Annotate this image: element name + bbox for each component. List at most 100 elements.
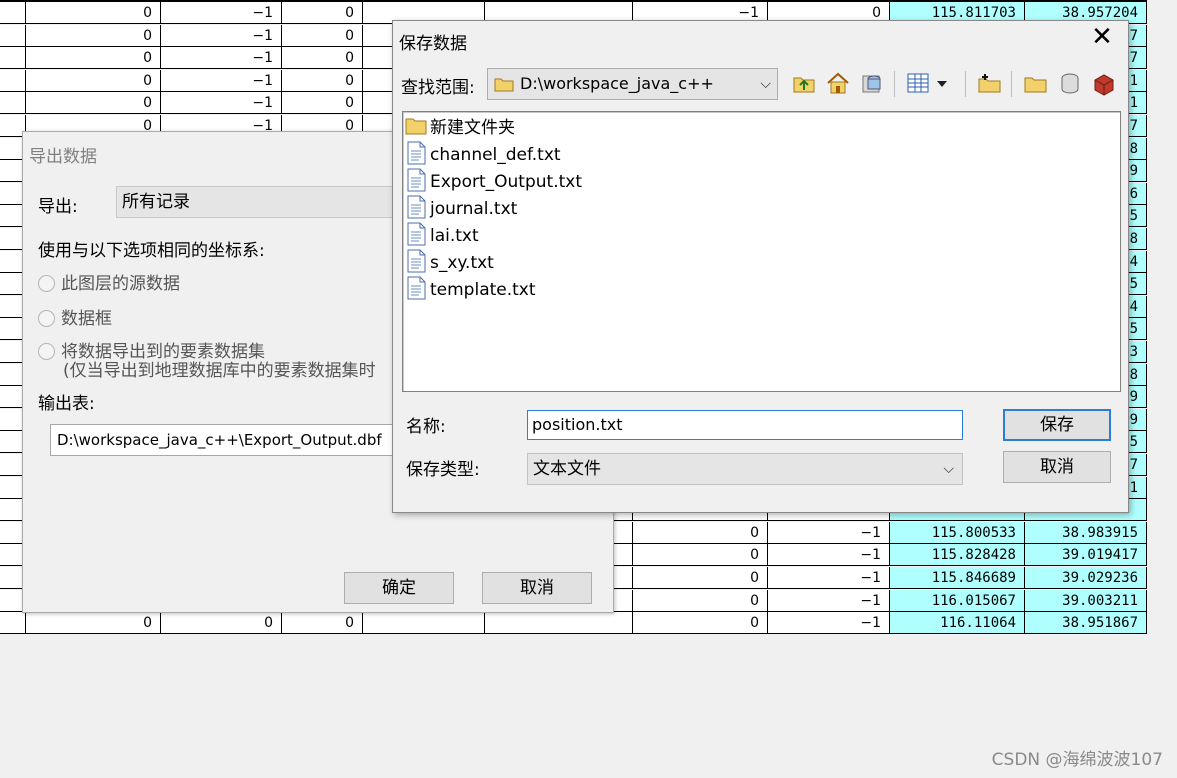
table-cell[interactable]: 0 xyxy=(633,567,768,589)
table-cell[interactable]: −1 xyxy=(768,544,890,567)
table-cell[interactable]: 115.846689 xyxy=(890,567,1025,589)
folder-icon xyxy=(494,78,514,92)
table-cell[interactable]: −1 xyxy=(768,567,890,589)
filename-input[interactable]: position.txt xyxy=(527,410,963,440)
table-cell[interactable]: 115.800533 xyxy=(890,521,1025,544)
table-cell[interactable]: −1 xyxy=(161,47,282,70)
list-view-icon[interactable] xyxy=(905,70,931,96)
export-cancel-button[interactable]: 取消 xyxy=(482,572,592,604)
table-cell[interactable] xyxy=(485,612,633,635)
radio-label: 数据框 xyxy=(61,309,112,329)
file-name: Export_Output.txt xyxy=(430,172,582,192)
table-cell[interactable]: −1 xyxy=(161,69,282,92)
save-dialog-title: 保存数据 xyxy=(399,34,467,54)
text-file-icon xyxy=(407,249,426,273)
table-cell[interactable]: 0 xyxy=(26,612,161,635)
radio-button[interactable] xyxy=(38,275,55,292)
text-file-icon xyxy=(407,168,426,192)
radio-button[interactable] xyxy=(38,343,55,360)
table-cell[interactable]: 0 xyxy=(633,544,768,567)
table-cell[interactable]: 39.029236 xyxy=(1025,567,1147,589)
save-button[interactable]: 保存 xyxy=(1003,409,1111,441)
file-list-item[interactable]: 新建文件夹 xyxy=(405,114,515,140)
table-cell[interactable]: 38.983915 xyxy=(1025,521,1147,544)
lookin-select[interactable]: D:\workspace_java_c++ ⌵ xyxy=(487,68,778,100)
table-cell[interactable]: 0 xyxy=(282,2,363,24)
radio-button[interactable] xyxy=(38,310,55,327)
table-cell[interactable]: 115.828428 xyxy=(890,544,1025,567)
up-folder-icon[interactable] xyxy=(791,70,817,96)
file-list[interactable]: 新建文件夹 channel_def.txt Export_Output.txtjou… xyxy=(402,111,1121,392)
new-folder-icon[interactable] xyxy=(1023,70,1049,96)
file-list-item[interactable]: lai.txt xyxy=(405,222,479,248)
folder-icon xyxy=(405,118,427,135)
feature-dataset-note: (仅当导出到地理数据库中的要素数据集时 xyxy=(63,361,376,381)
table-cell[interactable]: 39.019417 xyxy=(1025,544,1147,567)
table-cell[interactable]: 0 xyxy=(633,521,768,544)
table-cell[interactable]: 116.015067 xyxy=(890,589,1025,612)
file-list-item[interactable]: journal.txt xyxy=(405,195,517,221)
table-cell[interactable]: 0 xyxy=(282,612,363,635)
radio-layer-source[interactable]: 此图层的源数据 xyxy=(38,269,180,294)
database-connect-icon[interactable] xyxy=(859,70,885,96)
table-cell[interactable]: −1 xyxy=(161,2,282,24)
export-scope-select[interactable]: 所有记录 xyxy=(116,186,406,218)
toolbox-icon[interactable] xyxy=(1091,70,1117,96)
save-cancel-button[interactable]: 取消 xyxy=(1003,451,1111,483)
radio-data-frame[interactable]: 数据框 xyxy=(38,304,112,329)
row-header-cell[interactable] xyxy=(0,69,26,92)
file-list-item[interactable]: Export_Output.txt xyxy=(405,168,582,194)
row-header-cell[interactable] xyxy=(0,2,26,24)
file-name: s_xy.txt xyxy=(430,253,494,273)
file-name: 新建文件夹 xyxy=(430,118,515,138)
file-list-item[interactable]: s_xy.txt xyxy=(405,249,494,275)
table-cell[interactable]: −1 xyxy=(768,521,890,544)
new-database-icon[interactable] xyxy=(1057,70,1083,96)
chevron-down-icon: ⌵ xyxy=(760,76,771,92)
watermark: CSDN @海绵波波107 xyxy=(991,750,1163,770)
text-file-icon xyxy=(407,222,426,246)
row-header-cell[interactable] xyxy=(0,47,26,70)
table-cell[interactable]: −1 xyxy=(768,589,890,612)
table-row[interactable]: 0 0 0 0 −1 116.11064 38.951867 xyxy=(0,612,1147,635)
table-cell[interactable] xyxy=(363,612,485,635)
row-header-cell[interactable] xyxy=(0,612,26,635)
table-cell[interactable]: 0 xyxy=(282,47,363,70)
save-type-label: 保存类型: xyxy=(406,460,480,480)
home-icon[interactable] xyxy=(825,70,851,96)
table-cell[interactable]: 0 xyxy=(26,92,161,115)
text-file-icon xyxy=(407,276,426,300)
file-list-item[interactable]: template.txt xyxy=(405,276,536,302)
export-dialog-title: 导出数据 xyxy=(29,147,97,167)
table-cell[interactable]: −1 xyxy=(161,92,282,115)
output-path-field[interactable]: D:\workspace_java_c++\Export_Output.dbf xyxy=(50,424,395,456)
save-type-select[interactable]: 文本文件 ⌵ xyxy=(527,453,963,485)
output-table-label: 输出表: xyxy=(38,394,95,414)
table-cell[interactable]: 0 xyxy=(161,612,282,635)
table-cell[interactable]: 0 xyxy=(282,69,363,92)
row-header-cell[interactable] xyxy=(0,24,26,47)
table-cell[interactable]: 0 xyxy=(26,47,161,70)
close-icon[interactable]: ✕ xyxy=(1090,24,1114,50)
export-label: 导出: xyxy=(38,197,78,217)
table-cell[interactable]: −1 xyxy=(161,24,282,47)
ok-button[interactable]: 确定 xyxy=(344,572,454,604)
table-cell[interactable]: 0 xyxy=(26,24,161,47)
file-name: channel_def.txt xyxy=(430,145,561,165)
table-cell[interactable]: 0 xyxy=(633,589,768,612)
table-cell[interactable]: 38.951867 xyxy=(1025,612,1147,635)
file-list-item[interactable]: channel_def.txt xyxy=(405,141,561,167)
view-dropdown-icon[interactable] xyxy=(935,70,949,96)
table-cell[interactable]: 0 xyxy=(282,92,363,115)
table-cell[interactable]: 116.11064 xyxy=(890,612,1025,635)
file-name: lai.txt xyxy=(430,226,479,246)
save-type-value: 文本文件 xyxy=(533,459,601,479)
table-cell[interactable]: −1 xyxy=(768,612,890,635)
table-cell[interactable]: 0 xyxy=(26,2,161,24)
table-cell[interactable]: 0 xyxy=(282,24,363,47)
table-cell[interactable]: 0 xyxy=(633,612,768,635)
table-cell[interactable]: 39.003211 xyxy=(1025,589,1147,612)
table-cell[interactable]: 0 xyxy=(26,69,161,92)
connect-folder-icon[interactable] xyxy=(977,70,1003,96)
row-header-cell[interactable] xyxy=(0,92,26,115)
